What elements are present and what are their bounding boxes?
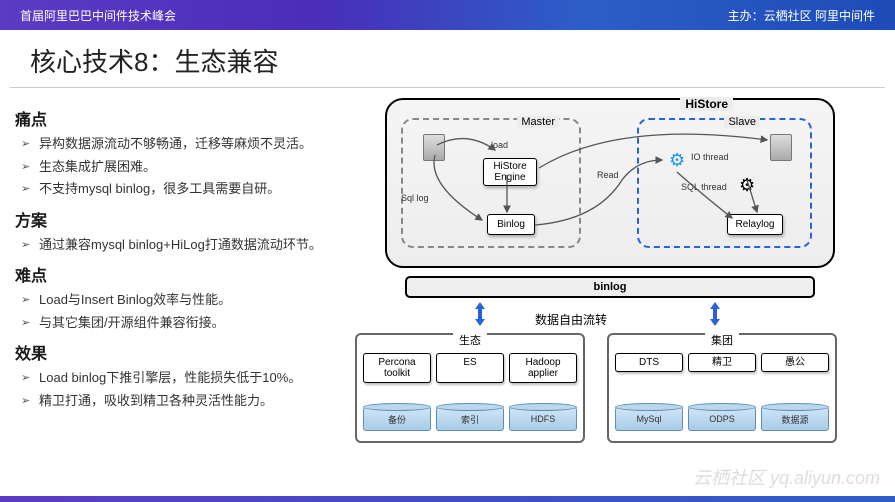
double-arrow-icon xyxy=(470,306,490,322)
cylinder-icon: HDFS xyxy=(509,403,577,431)
content: 痛点 异构数据源流动不够畅通，迁移等麻烦不灵活。 生态集成扩展困难。 不支持my… xyxy=(0,88,895,478)
app-box: Hadoop applier xyxy=(509,353,577,383)
group-box: 集团 DTS 精卫 愚公 MySql ODPS 数据源 xyxy=(607,333,837,443)
app-box: DTS xyxy=(615,353,683,372)
list-item: 生态集成扩展困难。 xyxy=(39,157,375,177)
architecture-diagram: HiStore Master HiStore Engine Binlog loa… xyxy=(385,98,841,468)
pain-heading: 痛点 xyxy=(15,106,375,130)
header-bar: 首届阿里巴巴中间件技术峰会 主办：云栖社区 阿里中间件 xyxy=(0,0,895,30)
list-item: 异构数据源流动不够畅通，迁移等麻烦不灵活。 xyxy=(39,134,375,154)
header-left: 首届阿里巴巴中间件技术峰会 xyxy=(20,7,176,24)
watermark: 云栖社区 yq.aliyun.com xyxy=(693,464,880,490)
group-label: 集团 xyxy=(705,332,739,348)
io-thread-label: IO thread xyxy=(691,152,729,162)
histore-label: HiStore xyxy=(680,97,733,111)
list-item: Load binlog下推引擎层，性能损失低于10%。 xyxy=(39,368,375,388)
page-title: 核心技术8：生态兼容 xyxy=(10,30,885,88)
header-right: 主办：云栖社区 阿里中间件 xyxy=(728,7,875,24)
load-label: load xyxy=(491,140,508,150)
effect-list: Load binlog下推引擎层，性能损失低于10%。 精卫打通，吸收到精卫各种… xyxy=(15,368,375,410)
binlog-box: Binlog xyxy=(487,214,535,235)
gear-icon: ⚙ xyxy=(669,150,685,171)
flow-label: 数据自由流转 xyxy=(535,311,607,328)
eco-label: 生态 xyxy=(453,332,487,348)
cylinder-icon: 数据源 xyxy=(761,403,829,431)
footer-stripe xyxy=(0,496,895,502)
effect-heading: 效果 xyxy=(15,340,375,364)
list-item: Load与Insert Binlog效率与性能。 xyxy=(39,290,375,310)
histore-engine-box: HiStore Engine xyxy=(483,158,537,186)
read-label: Read xyxy=(597,170,619,180)
plan-heading: 方案 xyxy=(15,207,375,231)
master-label: Master xyxy=(517,116,559,128)
list-item: 通过兼容mysql binlog+HiLog打通数据流动环节。 xyxy=(39,235,375,255)
sqllog-label: Sql log xyxy=(401,193,429,203)
double-arrow-icon xyxy=(705,306,725,322)
list-item: 与其它集团/开源组件兼容衔接。 xyxy=(39,313,375,333)
histore-container: HiStore Master HiStore Engine Binlog loa… xyxy=(385,98,835,268)
slave-box: Slave ⚙ ⚙ Relaylog IO thread SQL thread xyxy=(637,118,812,248)
server-icon xyxy=(770,134,792,164)
list-item: 精卫打通，吸收到精卫各种灵活性能力。 xyxy=(39,391,375,411)
left-panel: 痛点 异构数据源流动不够畅通，迁移等麻烦不灵活。 生态集成扩展困难。 不支持my… xyxy=(15,98,385,468)
slave-label: Slave xyxy=(724,116,760,128)
server-icon xyxy=(423,134,445,164)
relaylog-box: Relaylog xyxy=(727,214,783,235)
hard-list: Load与Insert Binlog效率与性能。 与其它集团/开源组件兼容衔接。 xyxy=(15,290,375,332)
app-box: 精卫 xyxy=(688,353,756,372)
pain-list: 异构数据源流动不够畅通，迁移等麻烦不灵活。 生态集成扩展困难。 不支持mysql… xyxy=(15,134,375,199)
plan-list: 通过兼容mysql binlog+HiLog打通数据流动环节。 xyxy=(15,235,375,255)
eco-box: 生态 Percona toolkit ES Hadoop applier 备份 … xyxy=(355,333,585,443)
master-box: Master HiStore Engine Binlog load Sql lo… xyxy=(401,118,581,248)
gear-icon: ⚙ xyxy=(739,175,755,196)
app-box: ES xyxy=(436,353,504,383)
hard-heading: 难点 xyxy=(15,262,375,286)
app-box: Percona toolkit xyxy=(363,353,431,383)
right-panel: HiStore Master HiStore Engine Binlog loa… xyxy=(385,98,880,468)
app-box: 愚公 xyxy=(761,353,829,372)
cylinder-icon: MySql xyxy=(615,403,683,431)
cylinder-icon: 备份 xyxy=(363,403,431,431)
sql-thread-label: SQL thread xyxy=(681,182,727,192)
cylinder-icon: ODPS xyxy=(688,403,756,431)
list-item: 不支持mysql binlog，很多工具需要自研。 xyxy=(39,179,375,199)
cylinder-icon: 索引 xyxy=(436,403,504,431)
binlog-bar: binlog xyxy=(405,276,815,298)
